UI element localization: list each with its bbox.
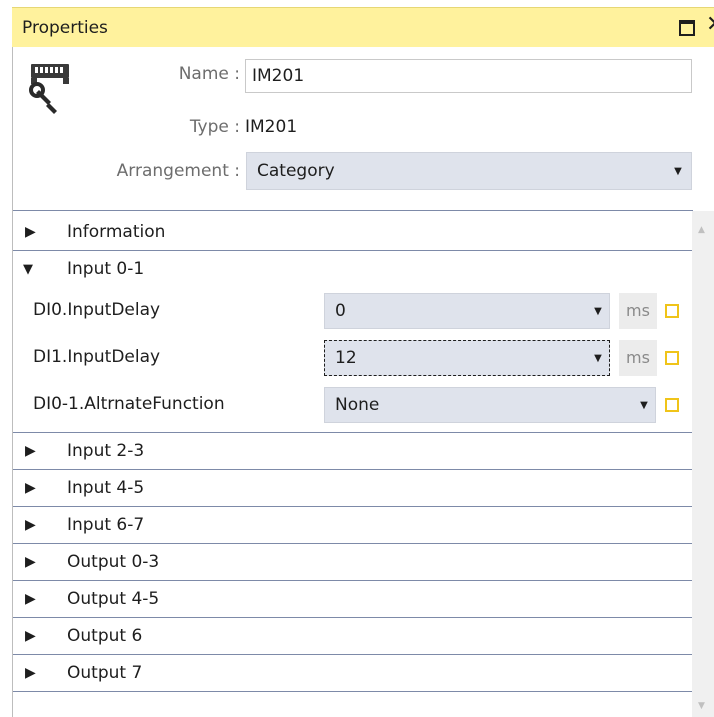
device-wrench-icon — [29, 64, 69, 114]
vertical-scrollbar[interactable]: ▲ ▼ — [692, 211, 714, 717]
property-row-di1-inputdelay: DI1.InputDelay 12 ▼ ms — [13, 334, 693, 381]
arrangement-value: Category — [257, 161, 335, 181]
unit-label: ms — [619, 340, 657, 376]
unit-label: ms — [619, 293, 657, 329]
property-row-di0-inputdelay: DI0.InputDelay 0 ▼ ms — [13, 287, 693, 334]
expand-arrow-icon[interactable]: ▶ — [25, 518, 36, 532]
name-label: Name : — [178, 64, 240, 84]
category-label: Input 2-3 — [67, 441, 145, 461]
arrangement-label: Arrangement : — [116, 161, 240, 181]
property-row-di0-1-altrnatefunction: DI0-1.AltrnateFunction None ▼ — [13, 381, 693, 428]
type-label: Type : — [189, 117, 240, 137]
category-label: Output 6 — [67, 626, 143, 646]
property-grid: ▶ Information ▼ Input 0-1 DI0.InputDelay… — [13, 210, 693, 717]
chevron-down-icon[interactable]: ▼ — [587, 341, 609, 375]
maximize-icon[interactable] — [679, 20, 695, 36]
property-value: None — [335, 395, 380, 415]
property-name: DI1.InputDelay — [33, 347, 161, 367]
property-value-combo[interactable]: 12 ▼ — [324, 340, 610, 376]
type-value: IM201 — [245, 117, 298, 137]
expand-arrow-icon[interactable]: ▶ — [25, 555, 36, 569]
expand-arrow-icon[interactable]: ▶ — [25, 444, 36, 458]
title-bar: Properties ✕ — [12, 7, 714, 47]
property-value: 0 — [335, 301, 346, 321]
property-value-combo[interactable]: None ▼ — [324, 387, 656, 423]
property-checkbox[interactable] — [665, 398, 679, 412]
collapse-arrow-icon[interactable]: ▼ — [23, 263, 33, 276]
category-label: Input 6-7 — [67, 515, 145, 535]
chevron-down-icon[interactable]: ▼ — [633, 388, 655, 422]
expand-arrow-icon[interactable]: ▶ — [25, 481, 36, 495]
expand-arrow-icon[interactable]: ▶ — [25, 666, 36, 680]
close-icon[interactable]: ✕ — [706, 14, 714, 36]
category-input-6-7[interactable]: ▶ Input 6-7 — [13, 507, 693, 544]
property-checkbox[interactable] — [665, 304, 679, 318]
expand-arrow-icon[interactable]: ▶ — [25, 225, 36, 239]
chevron-down-icon[interactable]: ▼ — [587, 294, 609, 328]
category-output-7[interactable]: ▶ Output 7 — [13, 655, 693, 692]
name-input[interactable] — [245, 59, 692, 93]
expand-arrow-icon[interactable]: ▶ — [25, 592, 36, 606]
category-label: Output 0-3 — [67, 552, 160, 572]
category-label: Input 4-5 — [67, 478, 145, 498]
category-label: Output 7 — [67, 663, 143, 683]
arrangement-select[interactable]: Category ▼ — [246, 152, 692, 190]
panel-title: Properties — [22, 18, 108, 38]
category-information[interactable]: ▶ Information — [13, 214, 693, 251]
category-output-6[interactable]: ▶ Output 6 — [13, 618, 693, 655]
category-label: Output 4-5 — [67, 589, 160, 609]
properties-panel: Properties ✕ Name : Type : IM201 Arrange… — [0, 0, 714, 717]
category-output-4-5[interactable]: ▶ Output 4-5 — [13, 581, 693, 618]
category-label: Input 0-1 — [67, 259, 145, 279]
expand-arrow-icon[interactable]: ▶ — [25, 629, 36, 643]
category-label: Information — [67, 222, 166, 242]
property-name: DI0-1.AltrnateFunction — [33, 394, 225, 414]
property-checkbox[interactable] — [665, 351, 679, 365]
category-output-0-3[interactable]: ▶ Output 0-3 — [13, 544, 693, 581]
scroll-down-icon[interactable]: ▼ — [698, 701, 705, 711]
scroll-up-icon[interactable]: ▲ — [698, 225, 705, 235]
property-name: DI0.InputDelay — [33, 300, 161, 320]
category-input-2-3[interactable]: ▶ Input 2-3 — [13, 433, 693, 470]
category-input-4-5[interactable]: ▶ Input 4-5 — [13, 470, 693, 507]
chevron-down-icon[interactable]: ▼ — [665, 153, 691, 189]
property-value: 12 — [335, 348, 357, 368]
category-input-0-1[interactable]: ▼ Input 0-1 — [13, 251, 693, 288]
property-value-combo[interactable]: 0 ▼ — [324, 293, 610, 329]
